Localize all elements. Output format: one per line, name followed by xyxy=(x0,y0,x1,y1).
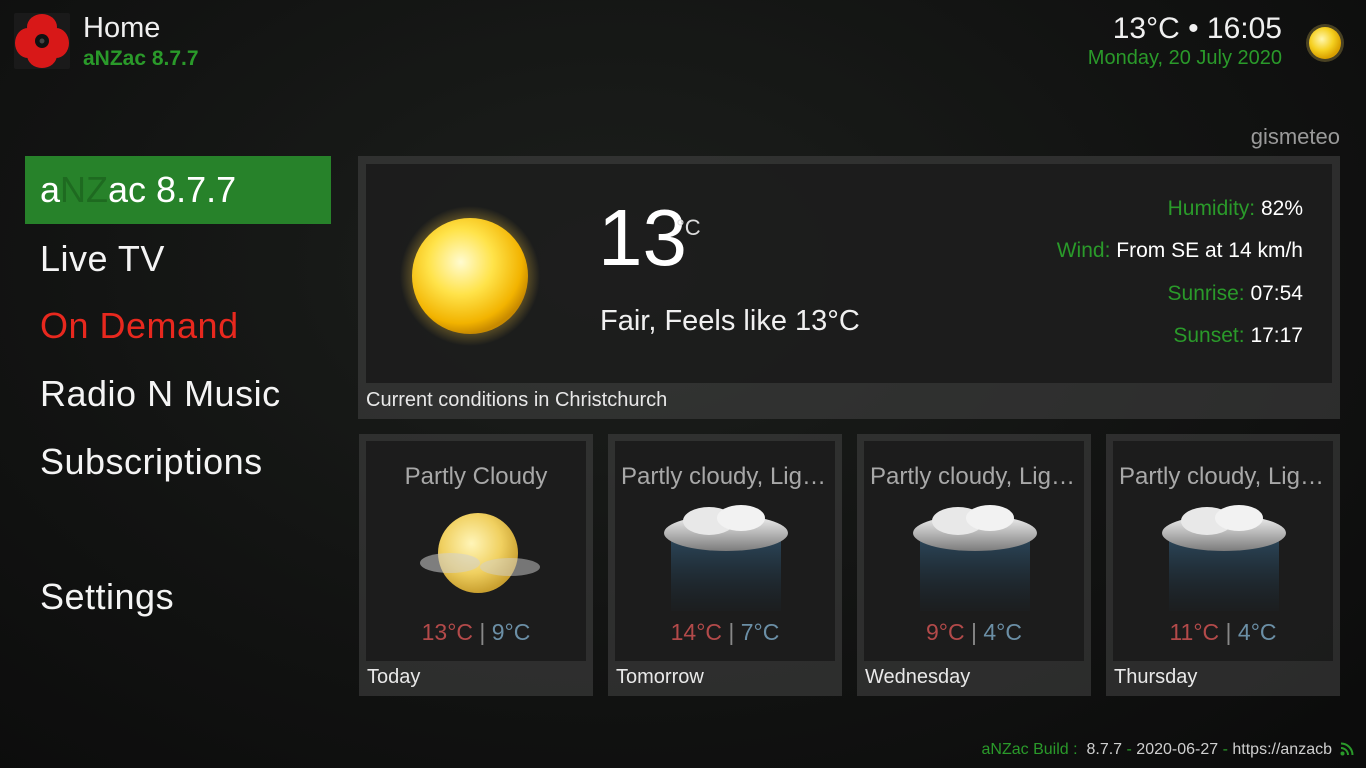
forecast-day: Today xyxy=(367,666,421,688)
partly-cloudy-icon xyxy=(412,501,542,611)
menu-item-anzac-label: aNZac 8.7.7 xyxy=(40,169,237,210)
build-name: aNZac 8.7.7 xyxy=(83,47,199,70)
forecast-condition: Partly Cloudy xyxy=(404,463,548,490)
poppy-logo-icon xyxy=(14,13,70,69)
wind-row: Wind: From SE at 14 km/h xyxy=(1056,239,1303,262)
forecast-card-inner: Partly Cloudy 13°C | 9°C xyxy=(366,441,586,661)
menu-item-settings[interactable]: Settings xyxy=(40,576,174,618)
forecast-temperatures: 14°C | 7°C xyxy=(670,619,780,645)
menu-item-subscriptions[interactable]: Subscriptions xyxy=(40,441,263,483)
sunset-row: Sunset: 17:17 xyxy=(1173,324,1303,347)
sun-icon xyxy=(400,206,540,346)
forecast-temperatures: 11°C | 4°C xyxy=(1169,619,1277,645)
forecast-condition: Partly cloudy, Light rain xyxy=(621,463,835,490)
menu-item-anzac[interactable]: aNZac 8.7.7 xyxy=(25,156,331,224)
forecast-temperatures: 9°C | 4°C xyxy=(926,619,1022,645)
forecast-card[interactable]: Partly cloudy, Light rain 11°C | 4°C Thu… xyxy=(1106,434,1340,696)
current-condition: Fair, Feels like 13°C xyxy=(600,305,860,337)
menu-item-on-demand[interactable]: On Demand xyxy=(40,305,239,347)
forecast-temperatures: 13°C | 9°C xyxy=(421,619,531,645)
sunrise-row: Sunrise: 07:54 xyxy=(1167,282,1303,305)
current-conditions-caption: Current conditions in Christchurch xyxy=(366,389,668,411)
forecast-card[interactable]: Partly Cloudy 13°C | 9°C Today xyxy=(359,434,593,696)
forecast-day: Thursday xyxy=(1114,666,1198,688)
rain-cloud-icon xyxy=(910,501,1040,611)
menu-item-radio-n-music[interactable]: Radio N Music xyxy=(40,373,281,415)
sun-icon xyxy=(1304,22,1346,64)
current-temperature: 13 xyxy=(598,193,687,282)
forecast-card[interactable]: Partly cloudy, Light rain 14°C | 7°C Tom… xyxy=(608,434,842,696)
forecast-card-inner: Partly cloudy, Light rain 9°C | 4°C xyxy=(864,441,1084,661)
page-title: Home xyxy=(83,12,161,44)
forecast-condition: Partly cloudy, Light rain xyxy=(870,463,1084,490)
build-info-ticker: aNZac Build : 8.7.7 - 2020-06-27 - https… xyxy=(981,741,1332,758)
forecast-day: Wednesday xyxy=(865,666,971,688)
forecast-card[interactable]: Partly cloudy, Light rain 9°C | 4°C Wedn… xyxy=(857,434,1091,696)
rain-cloud-icon xyxy=(1159,501,1289,611)
forecast-card-inner: Partly cloudy, Light rain 14°C | 7°C xyxy=(615,441,835,661)
forecast-condition: Partly cloudy, Light rain xyxy=(1119,463,1333,490)
humidity-row: Humidity: 82% xyxy=(1167,197,1303,220)
rss-icon xyxy=(1340,742,1354,756)
forecast-card-inner: Partly cloudy, Light rain 11°C | 4°C xyxy=(1113,441,1333,661)
rain-cloud-icon xyxy=(661,501,791,611)
forecast-day: Tomorrow xyxy=(616,666,704,688)
current-date: Monday, 20 July 2020 xyxy=(1087,47,1282,69)
temperature-unit: °C xyxy=(676,215,701,240)
menu-item-live-tv[interactable]: Live TV xyxy=(40,238,165,280)
weather-provider: gismeteo xyxy=(1250,124,1340,149)
clock-temperature: 13°C • 16:05 xyxy=(1112,12,1282,45)
